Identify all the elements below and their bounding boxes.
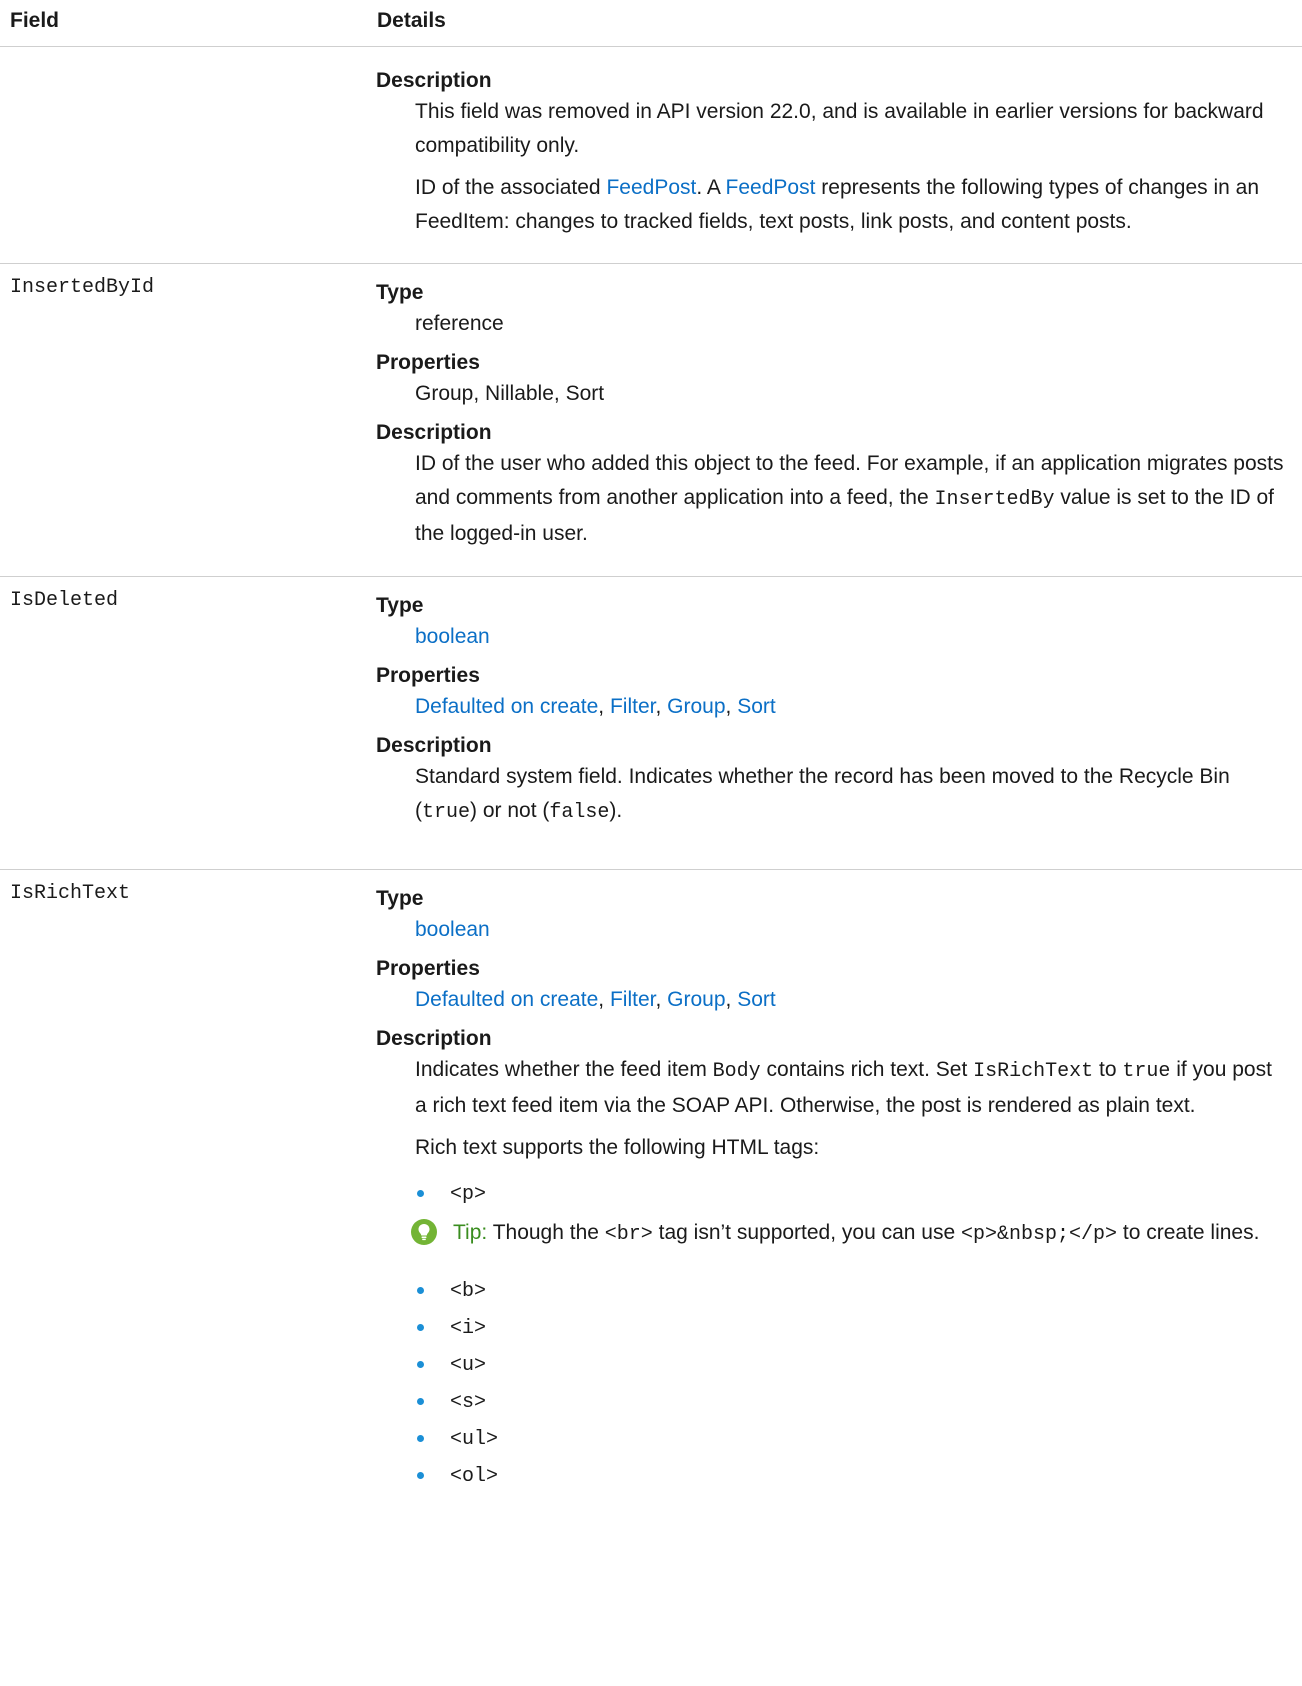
description-text: Indicates whether the feed item Body con… bbox=[415, 1058, 1272, 1117]
description-text: Standard system field. Indicates whether… bbox=[415, 765, 1230, 824]
field-name: InsertedById bbox=[10, 276, 155, 299]
column-header-details: Details bbox=[377, 9, 446, 32]
bullet-icon bbox=[417, 1287, 424, 1294]
supports-text: Rich text supports the following HTML ta… bbox=[415, 1136, 820, 1159]
type-value: reference bbox=[415, 312, 504, 335]
lightbulb-icon bbox=[411, 1219, 437, 1245]
bullet-icon bbox=[417, 1472, 424, 1479]
tip-callout: Tip: Though the <br> tag isn’t supported… bbox=[411, 1216, 1286, 1252]
tag-list-continued: <b> <i> <u> <s> <ul> <ol> bbox=[415, 1272, 1286, 1494]
prop-link-group[interactable]: Group bbox=[667, 695, 725, 718]
type-label: Type bbox=[376, 594, 424, 617]
tag-list: <p> bbox=[415, 1175, 1286, 1212]
list-item: <ul> bbox=[415, 1420, 1286, 1457]
list-item: <p> bbox=[415, 1175, 1286, 1212]
feedpost-link[interactable]: FeedPost bbox=[606, 176, 696, 199]
column-header-field: Field bbox=[10, 9, 60, 32]
details-cell: Description This field was removed in AP… bbox=[376, 67, 1286, 239]
list-item: <i> bbox=[415, 1309, 1286, 1346]
table-row: InsertedById Type reference Properties G… bbox=[0, 264, 1302, 577]
table-row: IsDeleted Type boolean Properties Defaul… bbox=[0, 577, 1302, 870]
prop-link-defaulted-on-create[interactable]: Defaulted on create bbox=[415, 695, 598, 718]
list-item: <u> bbox=[415, 1346, 1286, 1383]
description-label: Description bbox=[376, 69, 492, 92]
details-cell: Type reference Properties Group, Nillabl… bbox=[376, 279, 1286, 559]
description-text-2: ID of the associated FeedPost. A FeedPos… bbox=[415, 176, 1260, 233]
bullet-icon bbox=[417, 1398, 424, 1405]
prop-link-sort[interactable]: Sort bbox=[737, 988, 776, 1011]
bullet-icon bbox=[417, 1190, 424, 1197]
details-cell: Type boolean Properties Defaulted on cre… bbox=[376, 885, 1286, 1502]
description-label: Description bbox=[376, 1027, 492, 1050]
description-text: This field was removed in API version 22… bbox=[415, 100, 1264, 157]
properties-value: Defaulted on create, Filter, Group, Sort bbox=[415, 988, 776, 1011]
prop-link-filter[interactable]: Filter bbox=[610, 695, 656, 718]
description-label: Description bbox=[376, 421, 492, 444]
prop-link-filter[interactable]: Filter bbox=[610, 988, 656, 1011]
bullet-icon bbox=[417, 1435, 424, 1442]
prop-link-defaulted-on-create[interactable]: Defaulted on create bbox=[415, 988, 598, 1011]
description-label: Description bbox=[376, 734, 492, 757]
properties-value: Group, Nillable, Sort bbox=[415, 382, 605, 405]
list-item: <b> bbox=[415, 1272, 1286, 1309]
list-item: <ol> bbox=[415, 1457, 1286, 1494]
list-item: <s> bbox=[415, 1383, 1286, 1420]
bullet-icon bbox=[417, 1324, 424, 1331]
type-link-boolean[interactable]: boolean bbox=[415, 918, 490, 941]
feedpost-link-2[interactable]: FeedPost bbox=[726, 176, 816, 199]
bullet-icon bbox=[417, 1361, 424, 1368]
properties-label: Properties bbox=[376, 664, 480, 687]
table-header: Field Details bbox=[0, 0, 1302, 47]
type-label: Type bbox=[376, 281, 424, 304]
prop-link-sort[interactable]: Sort bbox=[737, 695, 776, 718]
table-row: IsRichText Type boolean Properties Defau… bbox=[0, 870, 1302, 1686]
prop-link-group[interactable]: Group bbox=[667, 988, 725, 1011]
type-link-boolean[interactable]: boolean bbox=[415, 625, 490, 648]
details-cell: Type boolean Properties Defaulted on cre… bbox=[376, 592, 1286, 838]
properties-label: Properties bbox=[376, 957, 480, 980]
description-text: ID of the user who added this object to … bbox=[415, 452, 1284, 545]
properties-value: Defaulted on create, Filter, Group, Sort bbox=[415, 695, 776, 718]
type-label: Type bbox=[376, 887, 424, 910]
field-name: IsDeleted bbox=[10, 589, 119, 612]
properties-label: Properties bbox=[376, 351, 480, 374]
field-name: IsRichText bbox=[10, 882, 131, 905]
table-row: Description This field was removed in AP… bbox=[0, 47, 1302, 264]
tip-label: Tip: bbox=[453, 1221, 488, 1244]
